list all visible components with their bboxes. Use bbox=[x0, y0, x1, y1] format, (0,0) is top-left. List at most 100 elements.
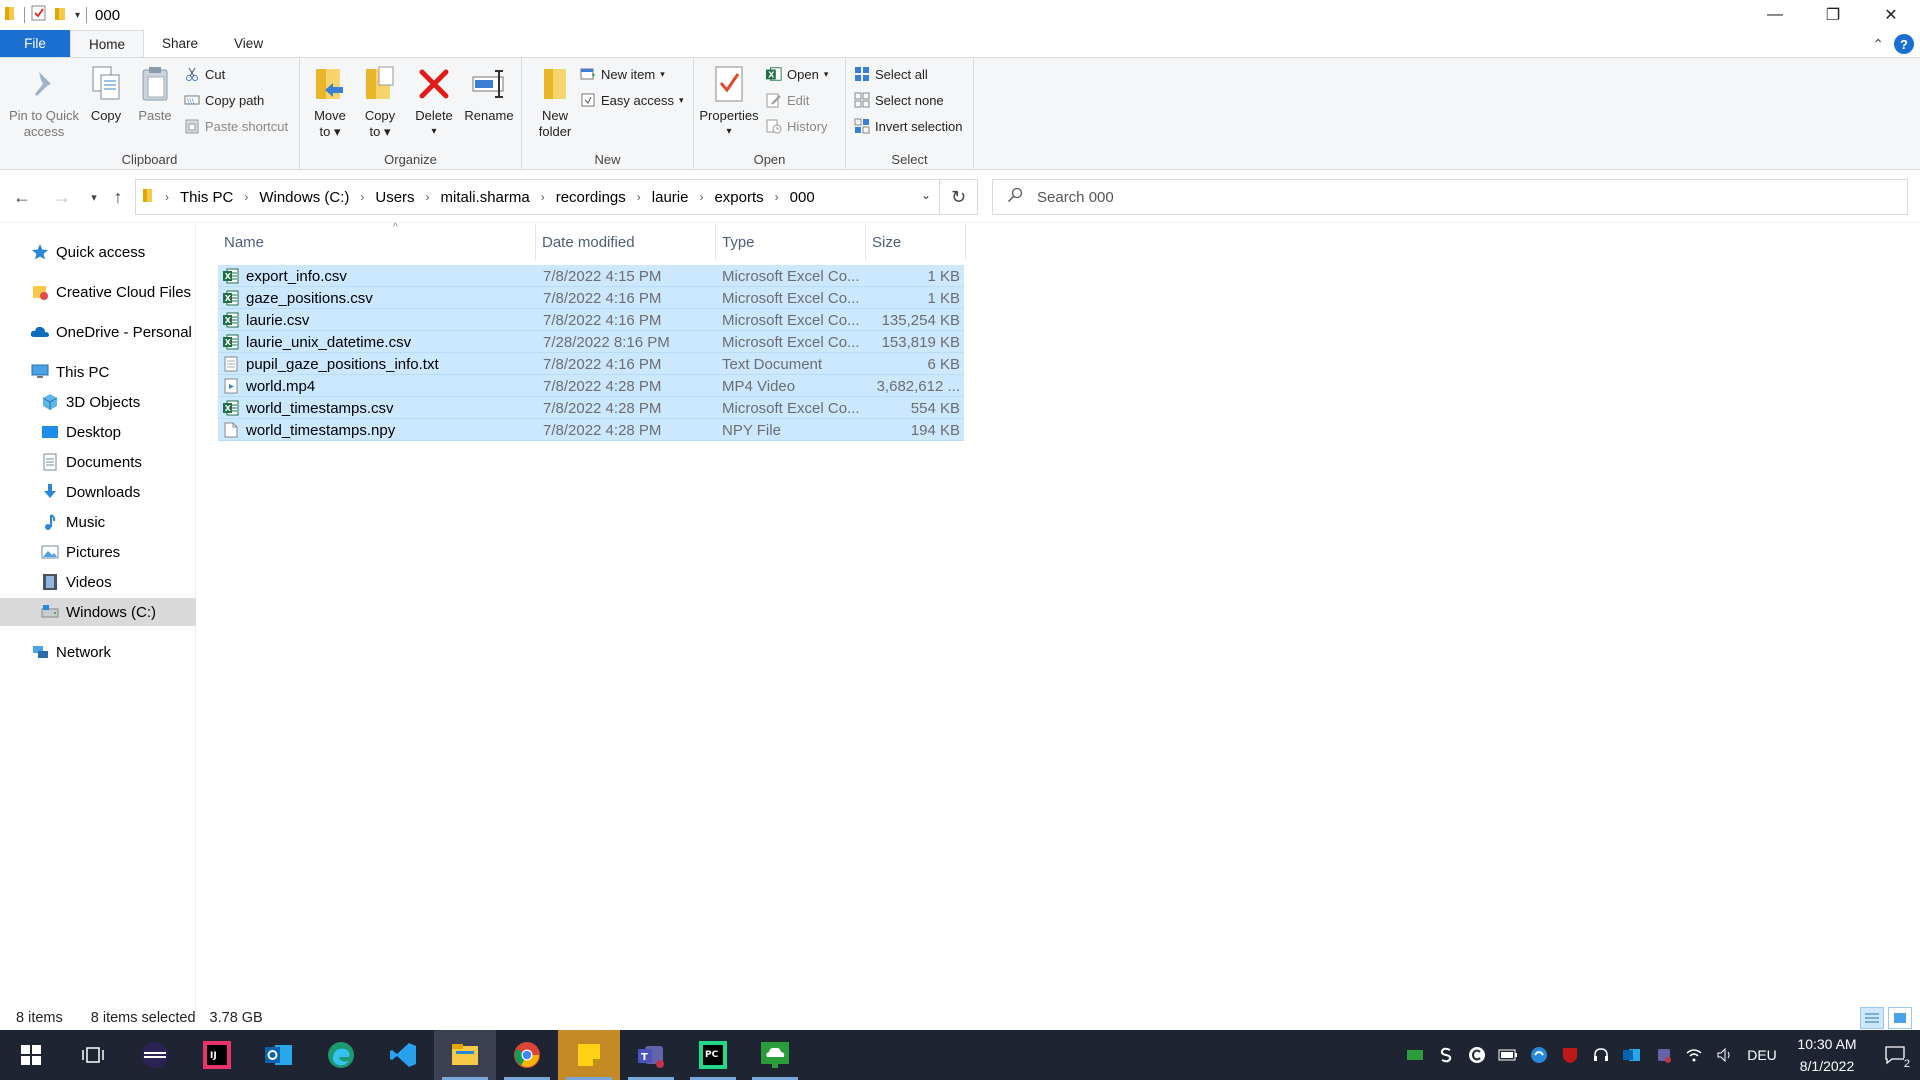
sidebar-item-network[interactable]: Network bbox=[0, 638, 196, 666]
outlook-icon[interactable] bbox=[248, 1030, 310, 1080]
sidebar-item-3d-objects[interactable]: 3D Objects bbox=[0, 388, 196, 416]
tab-view[interactable]: View bbox=[216, 30, 281, 57]
up-arrow-icon[interactable]: ↑ bbox=[106, 185, 130, 209]
sidebar-item-music[interactable]: Music bbox=[0, 508, 196, 536]
teams-icon[interactable]: T bbox=[620, 1030, 682, 1080]
column-header-name[interactable]: Name ^ bbox=[218, 222, 536, 260]
cut-button[interactable]: Cut bbox=[184, 64, 225, 84]
back-arrow-icon[interactable]: ← bbox=[10, 185, 34, 209]
tray-app-c-icon[interactable] bbox=[1461, 1030, 1492, 1080]
language-indicator[interactable]: DEU bbox=[1740, 1047, 1784, 1063]
tab-file[interactable]: File bbox=[0, 30, 70, 57]
sidebar-item-downloads[interactable]: Downloads bbox=[0, 478, 196, 506]
vscode-icon[interactable] bbox=[372, 1030, 434, 1080]
breadcrumb-user[interactable]: mitali.sharma bbox=[435, 189, 536, 206]
address-dropdown-icon[interactable]: ⌄ bbox=[921, 188, 931, 202]
table-row[interactable]: pupil_gaze_positions_info.txt 7/8/2022 4:… bbox=[218, 353, 964, 375]
battery-icon[interactable] bbox=[1492, 1030, 1523, 1080]
sidebar-item-pictures[interactable]: Pictures bbox=[0, 538, 196, 566]
move-to-button[interactable]: Move to ▾ bbox=[310, 64, 350, 140]
tab-home[interactable]: Home bbox=[70, 30, 145, 57]
sidebar-item-windows-c[interactable]: Windows (C:) bbox=[0, 598, 196, 626]
select-all-button[interactable]: Select all bbox=[854, 64, 928, 84]
pycharm-icon[interactable]: PC bbox=[682, 1030, 744, 1080]
outlook-tray-icon[interactable] bbox=[1616, 1030, 1647, 1080]
mcafee-icon[interactable] bbox=[1554, 1030, 1585, 1080]
details-view-icon[interactable] bbox=[1860, 1007, 1884, 1029]
minimize-button[interactable]: — bbox=[1746, 0, 1804, 30]
qat-dropdown-icon[interactable]: ▾ bbox=[75, 10, 80, 21]
open-button[interactable]: X Open ▾ bbox=[766, 64, 828, 84]
new-folder-qat-icon[interactable] bbox=[53, 5, 69, 25]
history-button[interactable]: History bbox=[766, 116, 827, 136]
refresh-icon[interactable]: ↻ bbox=[940, 179, 978, 215]
clock[interactable]: 10:30 AM 8/1/2022 bbox=[1784, 1033, 1870, 1077]
sidebar-item-documents[interactable]: Documents bbox=[0, 448, 196, 476]
chevron-right-icon[interactable]: › bbox=[536, 190, 550, 204]
tray-app-blue-icon[interactable] bbox=[1523, 1030, 1554, 1080]
sidebar-item-this-pc[interactable]: This PC bbox=[0, 358, 196, 386]
sidebar-item-desktop[interactable]: Desktop bbox=[0, 418, 196, 446]
invert-selection-button[interactable]: Invert selection bbox=[854, 116, 962, 136]
copy-button[interactable]: Copy bbox=[86, 64, 126, 124]
properties-dropdown-icon[interactable]: ▾ bbox=[726, 124, 731, 140]
table-row[interactable]: world_timestamps.npy 7/8/2022 4:28 PM NPY … bbox=[218, 419, 964, 441]
table-row[interactable]: Xexport_info.csv 7/8/2022 4:15 PM Microsof… bbox=[218, 265, 964, 287]
recent-locations-icon[interactable]: ▾ bbox=[82, 185, 106, 209]
sidebar-item-videos[interactable]: Videos bbox=[0, 568, 196, 596]
breadcrumb-users[interactable]: Users bbox=[369, 189, 420, 206]
wifi-icon[interactable] bbox=[1678, 1030, 1709, 1080]
sticky-notes-icon[interactable] bbox=[558, 1030, 620, 1080]
headset-icon[interactable] bbox=[1585, 1030, 1616, 1080]
new-item-button[interactable]: New item ▾ bbox=[580, 64, 665, 84]
column-header-size[interactable]: Size bbox=[866, 224, 966, 260]
copy-to-button[interactable]: Copy to ▾ bbox=[360, 64, 400, 140]
breadcrumb-000[interactable]: 000 bbox=[784, 189, 821, 206]
sidebar-item-onedrive[interactable]: OneDrive - Personal bbox=[0, 318, 196, 346]
chevron-right-icon[interactable]: › bbox=[239, 190, 253, 204]
chrome-icon[interactable] bbox=[496, 1030, 558, 1080]
collapse-ribbon-icon[interactable]: ⌃ bbox=[1872, 36, 1884, 53]
chevron-right-icon[interactable]: › bbox=[355, 190, 369, 204]
search-box[interactable]: Search 000 bbox=[992, 179, 1908, 215]
breadcrumb-recordings[interactable]: recordings bbox=[550, 189, 632, 206]
column-header-type[interactable]: Type bbox=[716, 224, 866, 260]
forward-arrow-icon[interactable]: → bbox=[50, 185, 74, 209]
start-icon[interactable] bbox=[0, 1030, 62, 1080]
chevron-right-icon[interactable]: › bbox=[770, 190, 784, 204]
sidebar-item-creative-cloud[interactable]: Creative Cloud Files bbox=[0, 278, 196, 306]
intellij-icon[interactable]: IJ bbox=[186, 1030, 248, 1080]
edit-button[interactable]: Edit bbox=[766, 90, 809, 110]
delete-dropdown-icon[interactable]: ▾ bbox=[431, 124, 436, 140]
breadcrumb-laurie[interactable]: laurie bbox=[646, 189, 695, 206]
address-bar[interactable]: › This PC › Windows (C:) › Users › mital… bbox=[135, 179, 940, 215]
tab-share[interactable]: Share bbox=[144, 30, 216, 57]
paste-button[interactable]: Paste bbox=[134, 64, 176, 124]
properties-button[interactable]: Properties ▾ bbox=[698, 64, 760, 140]
chevron-right-icon[interactable]: › bbox=[632, 190, 646, 204]
chevron-right-icon[interactable]: › bbox=[160, 190, 174, 204]
column-header-date[interactable]: Date modified bbox=[536, 224, 716, 260]
table-row[interactable]: Xgaze_positions.csv 7/8/2022 4:16 PM Micro… bbox=[218, 287, 964, 309]
breadcrumb-windows-c[interactable]: Windows (C:) bbox=[253, 189, 355, 206]
table-row[interactable]: Xlaurie.csv 7/8/2022 4:16 PM Microsoft Exc… bbox=[218, 309, 964, 331]
table-row[interactable]: Xworld_timestamps.csv 7/8/2022 4:28 PM Mic… bbox=[218, 397, 964, 419]
sidebar-item-quick-access[interactable]: Quick access bbox=[0, 238, 196, 266]
close-button[interactable]: ✕ bbox=[1862, 0, 1920, 30]
table-row[interactable]: world.mp4 7/8/2022 4:28 PM MP4 Video 3,682,… bbox=[218, 375, 964, 397]
help-icon[interactable]: ? bbox=[1894, 34, 1914, 54]
table-row[interactable]: Xlaurie_unix_datetime.csv 7/28/2022 8:16 … bbox=[218, 331, 964, 353]
cloud-app-icon[interactable] bbox=[744, 1030, 806, 1080]
eclipse-icon[interactable] bbox=[124, 1030, 186, 1080]
paste-shortcut-button[interactable]: Paste shortcut bbox=[184, 116, 288, 136]
properties-qat-icon[interactable] bbox=[31, 5, 47, 25]
large-icons-view-icon[interactable] bbox=[1888, 1007, 1912, 1029]
new-folder-button[interactable]: New folder bbox=[532, 64, 578, 140]
easy-access-button[interactable]: Easy access ▾ bbox=[580, 90, 684, 110]
tray-app-s-icon[interactable] bbox=[1430, 1030, 1461, 1080]
breadcrumb-exports[interactable]: exports bbox=[708, 189, 769, 206]
rename-button[interactable]: Rename bbox=[464, 64, 514, 124]
volume-icon[interactable] bbox=[1709, 1030, 1740, 1080]
delete-button[interactable]: Delete ▾ bbox=[414, 64, 454, 140]
chevron-right-icon[interactable]: › bbox=[694, 190, 708, 204]
